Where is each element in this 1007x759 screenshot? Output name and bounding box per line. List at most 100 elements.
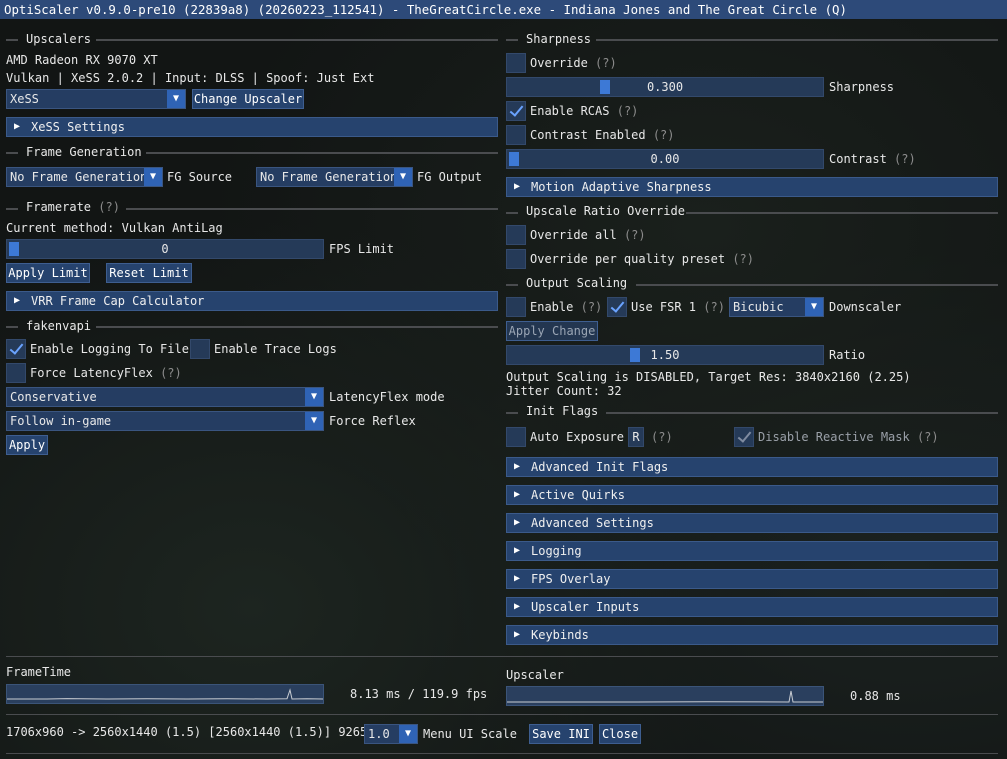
advanced-init-flags-collapse[interactable]: ▶ Advanced Init Flags	[506, 457, 998, 477]
help-marker[interactable]: (?)	[617, 104, 639, 118]
help-marker[interactable]: (?)	[651, 429, 673, 445]
force-latencyflex-row: Force LatencyFlex (?)	[30, 365, 182, 381]
apply-button[interactable]: Apply	[6, 435, 48, 455]
advanced-settings-collapse[interactable]: ▶ Advanced Settings	[506, 513, 998, 533]
slider-grab[interactable]	[599, 80, 610, 94]
upscaler-time-graph	[506, 686, 824, 706]
vrr-calculator-collapse[interactable]: ▶ VRR Frame Cap Calculator	[6, 291, 498, 311]
disable-reactive-mask-checkbox[interactable]	[734, 427, 754, 447]
separator	[146, 152, 498, 154]
help-marker[interactable]: (?)	[653, 128, 675, 142]
auto-exposure-label: Auto Exposure	[530, 430, 624, 444]
chevron-down-icon: ▼	[805, 298, 823, 316]
save-ini-button[interactable]: Save INI	[529, 724, 593, 744]
separator	[596, 39, 998, 41]
separator	[6, 326, 18, 328]
separator	[96, 326, 498, 328]
help-marker[interactable]: (?)	[581, 300, 603, 314]
enable-logging-checkbox[interactable]	[6, 339, 26, 359]
fg-output-select[interactable]: No Frame Generation ▼	[256, 167, 413, 187]
triangle-right-icon: ▶	[514, 601, 521, 612]
triangle-right-icon: ▶	[14, 121, 21, 132]
separator	[506, 284, 518, 286]
help-marker[interactable]: (?)	[160, 366, 182, 380]
init-flags-header: Init Flags	[526, 404, 599, 418]
slider-grab[interactable]	[509, 152, 519, 166]
help-marker[interactable]: (?)	[98, 200, 120, 214]
triangle-right-icon: ▶	[514, 629, 521, 640]
help-marker[interactable]: (?)	[595, 56, 617, 70]
framerate-header: Framerate	[26, 200, 92, 214]
separator	[506, 412, 518, 414]
chevron-down-icon: ▼	[399, 725, 417, 743]
contrast-enabled-checkbox[interactable]	[506, 125, 526, 145]
separator	[636, 284, 998, 286]
triangle-right-icon: ▶	[514, 545, 521, 556]
disable-reactive-mask-label: Disable Reactive Mask	[758, 430, 910, 444]
enable-rcas-row: Enable RCAS (?)	[530, 103, 638, 119]
fg-source-label: FG Source	[167, 170, 233, 184]
reset-badge[interactable]: R	[628, 427, 644, 447]
enable-rcas-checkbox[interactable]	[506, 101, 526, 121]
help-marker[interactable]: (?)	[894, 152, 916, 166]
force-reflex-label: Force Reflex	[329, 414, 416, 428]
motion-adaptive-sharpness-collapse[interactable]: ▶ Motion Adaptive Sharpness	[506, 177, 998, 197]
slider-grab[interactable]	[629, 348, 640, 362]
override-per-preset-label: Override per quality preset	[530, 252, 726, 266]
help-marker[interactable]: (?)	[732, 252, 754, 266]
upscaler-select[interactable]: XeSS ▼	[6, 89, 186, 109]
separator	[6, 714, 998, 715]
logging-collapse[interactable]: ▶ Logging	[506, 541, 998, 561]
force-reflex-select[interactable]: Follow in-game ▼	[6, 411, 324, 431]
help-marker[interactable]: (?)	[624, 228, 646, 242]
separator	[506, 212, 518, 214]
help-marker[interactable]: (?)	[703, 300, 725, 314]
override-per-preset-checkbox[interactable]	[506, 249, 526, 269]
apply-change-button[interactable]: Apply Change	[506, 321, 598, 341]
trace-logs-label: Enable Trace Logs	[214, 342, 337, 356]
output-scaling-enable-row: Enable (?)	[530, 299, 602, 315]
keybinds-collapse[interactable]: ▶ Keybinds	[506, 625, 998, 645]
fps-limit-slider[interactable]: 0	[6, 239, 324, 259]
sharpness-override-checkbox[interactable]	[506, 53, 526, 73]
upscaler-inputs-collapse[interactable]: ▶ Upscaler Inputs	[506, 597, 998, 617]
separator	[96, 39, 498, 41]
contrast-slider[interactable]: 0.00	[506, 149, 824, 169]
upscaler-info: Vulkan | XeSS 2.0.2 | Input: DLSS | Spoo…	[6, 71, 375, 85]
ui-scale-select[interactable]: 1.0 ▼	[364, 724, 418, 744]
upscalers-header: Upscalers	[26, 32, 92, 46]
fps-overlay-collapse[interactable]: ▶ FPS Overlay	[506, 569, 998, 589]
chevron-down-icon: ▼	[305, 412, 323, 430]
ratio-slider[interactable]: 1.50	[506, 345, 824, 365]
help-marker[interactable]: (?)	[917, 430, 939, 444]
sharpness-override-label: Override	[530, 56, 588, 70]
gpu-name: AMD Radeon RX 9070 XT	[6, 53, 158, 67]
trace-logs-checkbox[interactable]	[190, 339, 210, 359]
apply-limit-button[interactable]: Apply Limit	[6, 263, 90, 283]
slider-grab[interactable]	[9, 242, 19, 256]
xess-settings-collapse[interactable]: ▶ XeSS Settings	[6, 117, 498, 137]
close-button[interactable]: Close	[599, 724, 641, 744]
triangle-right-icon: ▶	[514, 181, 521, 192]
fg-source-select[interactable]: No Frame Generation ▼	[6, 167, 163, 187]
active-quirks-collapse[interactable]: ▶ Active Quirks	[506, 485, 998, 505]
latencyflex-mode-select[interactable]: Conservative ▼	[6, 387, 324, 407]
change-upscaler-button[interactable]: Change Upscaler	[192, 89, 304, 109]
framerate-header-row: Framerate (?)	[26, 199, 120, 215]
downscaler-select[interactable]: Bicubic ▼	[729, 297, 824, 317]
triangle-right-icon: ▶	[514, 489, 521, 500]
auto-exposure-checkbox[interactable]	[506, 427, 526, 447]
reset-limit-button[interactable]: Reset Limit	[106, 263, 192, 283]
separator	[606, 412, 998, 414]
separator	[506, 39, 518, 41]
latencyflex-mode-label: LatencyFlex mode	[329, 390, 445, 404]
chevron-down-icon: ▼	[167, 90, 185, 108]
sharpness-slider[interactable]: 0.300	[506, 77, 824, 97]
output-scaling-enable-checkbox[interactable]	[506, 297, 526, 317]
contrast-enabled-row: Contrast Enabled (?)	[530, 127, 675, 143]
force-latencyflex-checkbox[interactable]	[6, 363, 26, 383]
override-all-checkbox[interactable]	[506, 225, 526, 245]
use-fsr1-checkbox[interactable]	[607, 297, 627, 317]
frametime-value: 8.13 ms / 119.9 fps	[350, 687, 488, 701]
override-all-label: Override all	[530, 228, 617, 242]
